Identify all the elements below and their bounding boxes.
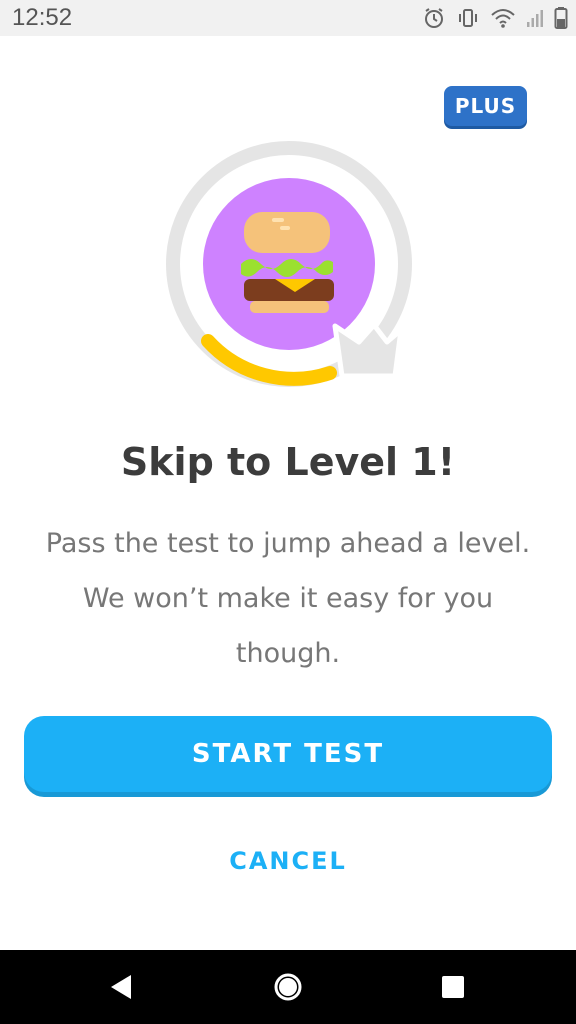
recents-icon[interactable] <box>437 971 469 1003</box>
cancel-button[interactable]: CANCEL <box>188 835 388 887</box>
start-test-button[interactable]: START TEST <box>24 716 552 792</box>
page-title: Skip to Level 1! <box>120 440 456 484</box>
vibrate-icon <box>456 6 480 30</box>
alarm-icon <box>422 6 446 30</box>
wifi-icon <box>490 7 516 29</box>
navigation-bar <box>0 950 576 1024</box>
status-time: 12:52 <box>12 4 73 31</box>
status-bar: 12:52 <box>0 0 576 36</box>
signal-icon <box>526 8 544 28</box>
battery-icon <box>554 6 568 30</box>
plus-badge[interactable]: PLUS <box>444 86 527 126</box>
status-icons <box>422 6 568 30</box>
back-icon[interactable] <box>105 971 137 1003</box>
home-icon[interactable] <box>272 971 304 1003</box>
skill-progress-icon <box>165 140 415 390</box>
crown-icon <box>332 322 404 379</box>
description-text: Pass the test to jump ahead a level. We … <box>45 528 531 669</box>
